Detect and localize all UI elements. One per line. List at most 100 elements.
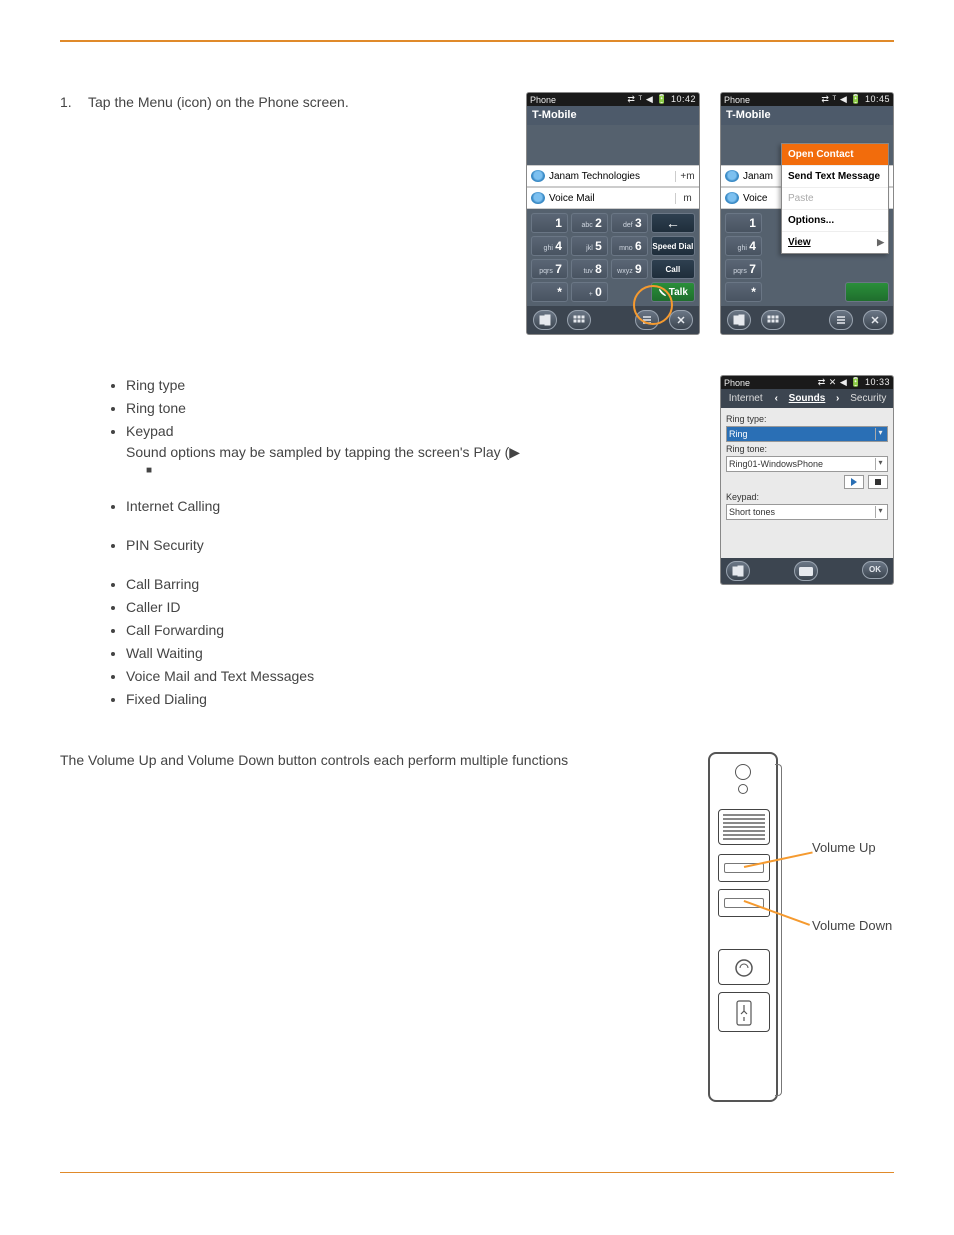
key-3[interactable]: def3 [611, 213, 648, 233]
key-star[interactable]: * [531, 282, 568, 302]
key-9[interactable]: wxyz9 [611, 259, 648, 279]
tab-internet[interactable]: Internet [721, 389, 770, 408]
key-8[interactable]: tuv8 [571, 259, 608, 279]
key-2[interactable]: abc2 [571, 213, 608, 233]
option-item: Call Forwarding [126, 620, 690, 641]
bottom-divider [60, 1172, 894, 1173]
display-area [527, 125, 699, 165]
key-7[interactable]: pqrs7 [531, 259, 568, 279]
instruction-text: 1.Tap the Menu (icon) on the Phone scree… [60, 92, 506, 113]
volume-up-button [718, 854, 770, 882]
volume-section: The Volume Up and Volume Down button con… [60, 752, 894, 1132]
option-subtext: Sound options may be sampled by tapping … [126, 442, 690, 463]
contact-row[interactable]: Voice Mail m [527, 187, 699, 209]
option-item: PIN Security [126, 535, 690, 556]
ring-tone-label: Ring tone: [726, 444, 888, 454]
volume-description: The Volume Up and Volume Down button con… [60, 752, 664, 768]
key-6[interactable]: mno6 [611, 236, 648, 256]
volume-up-label: Volume Up [812, 840, 876, 855]
context-menu: Open Contact Send Text Message Paste Opt… [781, 143, 889, 254]
side-button [718, 949, 770, 985]
talk-button[interactable]: Talk [651, 282, 695, 302]
speed-dial-button[interactable]: Speed Dial [651, 236, 695, 256]
phone-screenshots: Phone ⇄ ᵀ ◀ 🔋 10:42 T-Mobile Janam Techn… [526, 92, 894, 335]
keypad-icon[interactable] [761, 310, 785, 330]
contact-name: Voice Mail [549, 193, 675, 204]
option-item: Internet Calling [126, 496, 690, 517]
status-indicators: ⇄ ᵀ ◀ 🔋 10:42 [627, 94, 696, 105]
call-history-button[interactable]: Call History [651, 259, 695, 279]
dropdown-chevron-icon: ▾ [875, 506, 885, 518]
ring-type-label: Ring type: [726, 414, 888, 424]
status-title: Phone [724, 95, 750, 105]
option-item: Caller ID [126, 597, 690, 618]
stop-glyph: ■ [146, 463, 690, 478]
option-item: Wall Waiting [126, 643, 690, 664]
option-item: Voice Mail and Text Messages [126, 666, 690, 687]
settings-tabs: Internet ‹ Sounds › Security [721, 389, 893, 408]
ring-tone-dropdown[interactable]: Ring01-WindowsPhone▾ [726, 456, 888, 472]
status-time: 10:45 [865, 94, 890, 104]
port-cover [718, 992, 770, 1032]
tab-next-icon[interactable]: › [832, 389, 844, 408]
tab-sounds[interactable]: Sounds [782, 389, 831, 408]
ok-button[interactable]: OK [862, 561, 888, 579]
contact-name: Janam Technologies [549, 171, 675, 182]
keypad-dropdown[interactable]: Short tones▾ [726, 504, 888, 520]
menu-icon[interactable] [829, 310, 853, 330]
option-item: Fixed Dialing [126, 689, 690, 710]
top-port [735, 764, 751, 780]
menu-open-contact[interactable]: Open Contact [782, 144, 888, 166]
start-icon[interactable] [726, 561, 750, 581]
contact-icon [725, 170, 739, 182]
contact-key: m [675, 193, 699, 204]
screw-hole [738, 784, 748, 794]
status-time: 10:33 [865, 377, 890, 387]
backspace-button[interactable]: ← [651, 213, 695, 233]
start-icon[interactable] [533, 310, 557, 330]
menu-options[interactable]: Options... [782, 210, 888, 232]
key-1: 1 [725, 213, 762, 233]
close-icon[interactable] [669, 310, 693, 330]
key-1[interactable]: 1 [531, 213, 568, 233]
tab-prev-icon[interactable]: ‹ [770, 389, 782, 408]
status-indicators: ⇄ ✕ ◀ 🔋 10:33 [818, 377, 890, 388]
start-icon[interactable] [727, 310, 751, 330]
menu-paste: Paste [782, 188, 888, 210]
key-0[interactable]: +0 [571, 282, 608, 302]
top-divider [60, 40, 894, 42]
ring-type-dropdown[interactable]: Ring▾ [726, 426, 888, 442]
play-button[interactable] [844, 475, 864, 489]
options-list: Ring type Ring tone Keypad Sound options… [60, 375, 690, 712]
menu-send-text[interactable]: Send Text Message [782, 166, 888, 188]
close-icon[interactable] [863, 310, 887, 330]
step-body: Tap the Menu (icon) on the Phone screen. [88, 94, 349, 110]
key-4[interactable]: ghi4 [531, 236, 568, 256]
sounds-form: Ring type: Ring▾ Ring tone: Ring01-Windo… [721, 408, 893, 558]
key-4: ghi4 [725, 236, 762, 256]
keypad-icon[interactable] [567, 310, 591, 330]
volume-down-button [718, 889, 770, 917]
keyboard-icon[interactable] [794, 561, 818, 581]
contact-icon [531, 170, 545, 182]
keypad-label: Keypad: [726, 492, 888, 502]
volume-down-label: Volume Down [812, 918, 892, 933]
key-5[interactable]: jkl5 [571, 236, 608, 256]
contact-row[interactable]: Janam Technologies +m [527, 165, 699, 187]
menu-view[interactable]: View▶ [782, 232, 888, 253]
carrier-label: T-Mobile [721, 106, 893, 125]
stop-button[interactable] [868, 475, 888, 489]
voicemail-icon [531, 192, 545, 204]
scan-trigger-button [718, 809, 770, 845]
option-item: Ring type [126, 375, 690, 396]
options-section: Ring type Ring tone Keypad Sound options… [60, 375, 894, 712]
key-7: pqrs7 [725, 259, 762, 279]
sounds-settings-screenshot: Phone ⇄ ✕ ◀ 🔋 10:33 Internet ‹ Sounds › … [720, 375, 894, 585]
contact-entries: Janam Technologies +m Voice Mail m [527, 165, 699, 209]
status-bar: Phone ⇄ ᵀ ◀ 🔋 10:42 [527, 93, 699, 106]
menu-icon[interactable] [635, 310, 659, 330]
instruction-row: 1.Tap the Menu (icon) on the Phone scree… [60, 92, 894, 335]
tab-security[interactable]: Security [844, 389, 893, 408]
status-indicators: ⇄ ᵀ ◀ 🔋 10:45 [821, 94, 890, 105]
option-item: Keypad Sound options may be sampled by t… [126, 421, 690, 478]
